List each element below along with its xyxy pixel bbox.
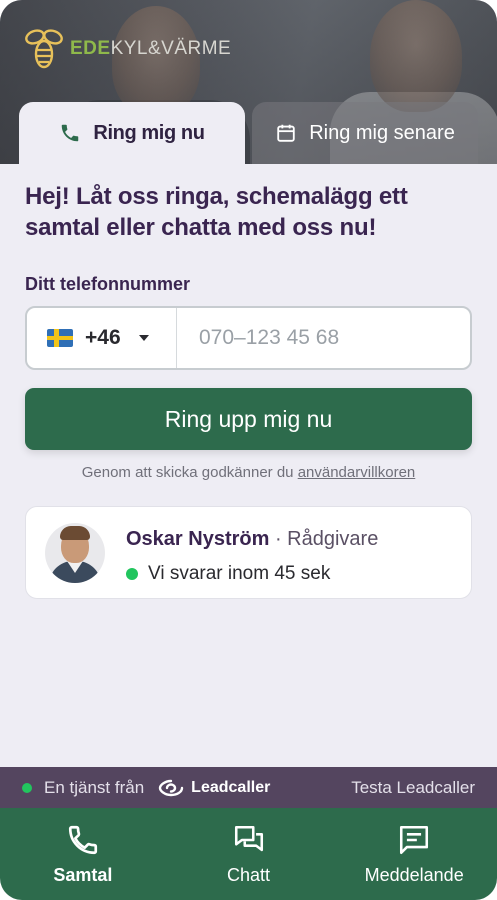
logo-accent-text: EDE xyxy=(70,38,111,59)
country-dial-code: +46 xyxy=(85,326,121,349)
terms-text: Genom att skicka godkänner du xyxy=(81,464,298,481)
status-dot-icon xyxy=(22,782,32,793)
agent-role: · Rådgivare xyxy=(269,528,379,550)
logo-wordmark: EDEKYL&VÄRME xyxy=(70,38,231,60)
message-icon xyxy=(400,825,429,854)
calendar-icon xyxy=(277,124,295,142)
online-status-icon xyxy=(126,568,138,580)
sweden-flag-icon xyxy=(47,329,73,347)
phone-icon xyxy=(68,825,97,854)
nav-item-chat[interactable]: Chatt xyxy=(166,808,332,900)
logo-rest-text: KYL&VÄRME xyxy=(110,38,232,59)
service-text: En tjänst från xyxy=(44,777,145,797)
tab-bar: Ring mig nu Ring mig senare xyxy=(0,102,497,164)
bottom-nav: Samtal Chatt Meddelande xyxy=(0,808,497,900)
tab-call-later-label: Ring mig senare xyxy=(309,121,455,144)
caret-down-icon xyxy=(138,335,149,341)
phone-icon xyxy=(62,124,79,142)
company-logo: EDEKYL&VÄRME xyxy=(24,28,231,70)
terms-notice: Genom att skicka godkänner du användarvi… xyxy=(0,464,497,481)
agent-status: Vi svarar inom 45 sek xyxy=(126,563,330,585)
avatar xyxy=(45,523,105,583)
hero-header: EDEKYL&VÄRME Ring mig nu Ring mig senare xyxy=(0,0,497,164)
avatar-shape xyxy=(60,526,90,540)
country-code-select[interactable]: +46 xyxy=(27,308,177,368)
nav-item-message[interactable]: Meddelande xyxy=(331,808,497,900)
phone-field: +46 xyxy=(25,306,472,370)
try-leadcaller-link[interactable]: Testa Leadcaller xyxy=(351,778,475,798)
nav-item-message-label: Meddelande xyxy=(364,864,464,885)
leadcaller-name: Leadcaller xyxy=(191,778,271,796)
nav-item-call-label: Samtal xyxy=(53,864,113,885)
agent-name: Oskar Nyström · Rådgivare xyxy=(126,528,378,551)
chat-icon xyxy=(234,825,263,851)
tab-call-later[interactable]: Ring mig senare xyxy=(252,102,478,164)
bee-logo-icon xyxy=(25,29,63,69)
agent-name-text: Oskar Nyström xyxy=(126,528,270,550)
tab-call-now-label: Ring mig nu xyxy=(93,121,205,144)
leadcaller-brand[interactable]: Leadcaller xyxy=(158,779,270,797)
nav-item-call[interactable]: Samtal xyxy=(0,808,166,900)
agent-status-text: Vi svarar inom 45 sek xyxy=(148,563,331,584)
powered-by-strip: En tjänst från Leadcaller Testa Leadcall… xyxy=(0,767,497,808)
nav-item-chat-label: Chatt xyxy=(226,864,271,885)
page-title: Hej! Låt oss ringa, schemalägg ett samta… xyxy=(25,183,408,241)
phone-field-label: Ditt telefonnummer xyxy=(25,274,191,294)
phone-number-input[interactable] xyxy=(177,308,470,368)
callback-widget: EDEKYL&VÄRME Ring mig nu Ring mig senare… xyxy=(0,0,497,900)
agent-card: Oskar Nyström · Rådgivare Vi svarar inom… xyxy=(25,506,472,599)
tab-call-now[interactable]: Ring mig nu xyxy=(19,102,245,164)
call-me-now-button[interactable]: Ring upp mig nu xyxy=(25,388,472,450)
terms-link[interactable]: användarvillkoren xyxy=(298,464,416,481)
leadcaller-logo-icon xyxy=(158,779,184,796)
